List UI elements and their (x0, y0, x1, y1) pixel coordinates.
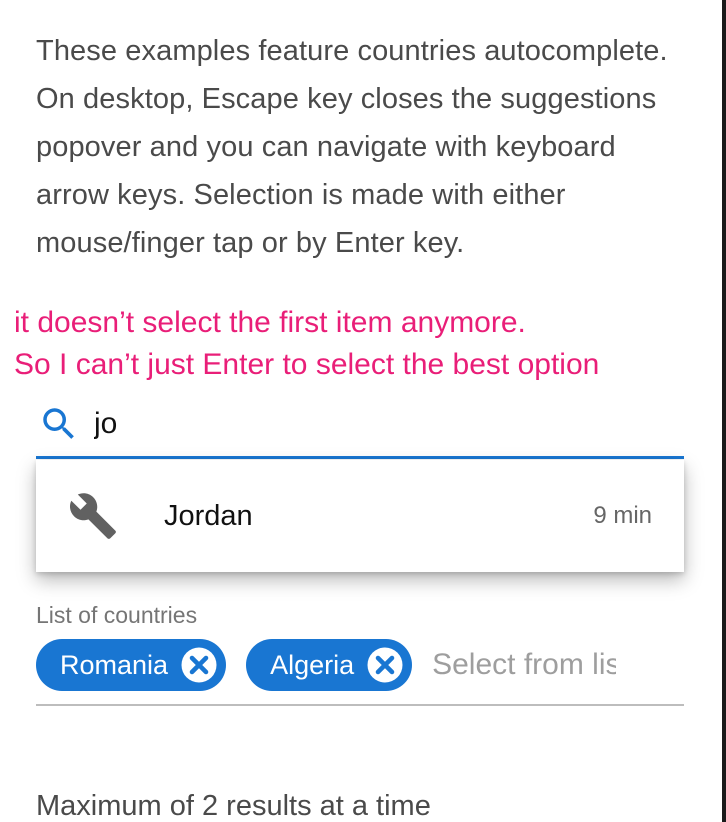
close-circle-icon[interactable] (364, 644, 406, 686)
search-icon (43, 408, 74, 439)
countries-underline (36, 704, 684, 706)
intro-line-1: These examples feature countries autocom… (36, 35, 668, 67)
search-input[interactable] (94, 407, 654, 441)
search-field[interactable] (36, 392, 684, 456)
wrench-icon (69, 493, 116, 539)
search-underline (36, 456, 684, 459)
annotation-note: it doesn’t select the first item anymore… (14, 302, 726, 386)
page: These examples feature countries autocom… (0, 0, 726, 822)
intro-line-2: On desktop, Escape key closes the sugges… (36, 83, 657, 259)
chip-romania[interactable]: Romania (36, 639, 227, 691)
chip-label: Algeria (270, 649, 355, 680)
suggestion-item-caption: 9 min (593, 502, 652, 529)
suggestion-item-jordan[interactable]: Jordan (164, 500, 593, 533)
countries-input[interactable] (432, 648, 617, 682)
chip-algeria[interactable]: Algeria (246, 639, 413, 691)
annotation-line-1: it doesn’t select the first item anymore… (14, 306, 526, 339)
suggestions-popover: Jordan 9 min (36, 460, 684, 572)
countries-chips-field: Romania Algeria (36, 638, 684, 692)
countries-field-label: List of countries (36, 602, 198, 628)
annotation-line-2: So I can’t just Enter to select the best… (14, 348, 600, 381)
max-results-text: Maximum of 2 results at a time (36, 790, 431, 822)
intro-text: These examples feature countries autocom… (36, 27, 676, 267)
window-edge (722, 0, 726, 822)
close-circle-icon[interactable] (178, 644, 220, 686)
chip-label: Romania (60, 649, 169, 680)
